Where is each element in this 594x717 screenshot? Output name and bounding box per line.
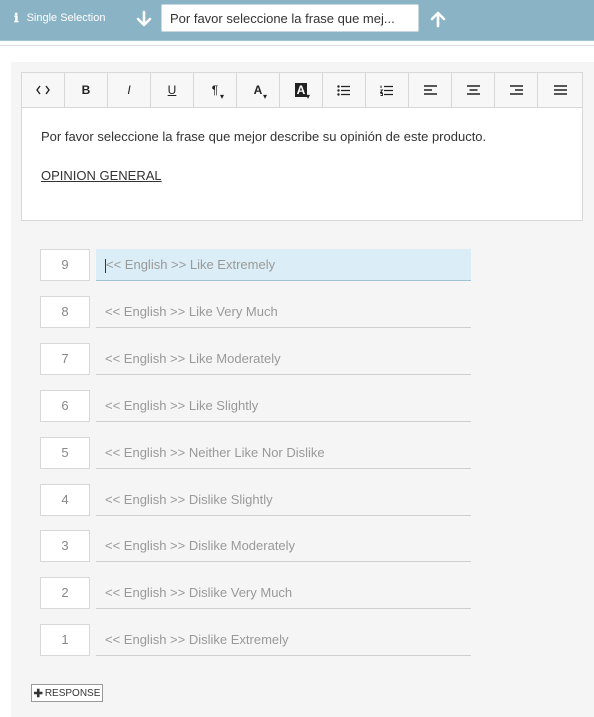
question-title-input[interactable]: Por favor seleccione la frase que mej... (161, 4, 419, 32)
underline-button[interactable]: U (151, 73, 194, 107)
italic-icon: I (127, 83, 131, 97)
response-value-input[interactable]: 5 (40, 437, 90, 469)
question-type[interactable]: ℹ Single Selection (14, 11, 105, 25)
response-label-input[interactable]: << English >> Dislike Extremely (96, 624, 471, 656)
response-value-input[interactable]: 8 (40, 296, 90, 328)
justify-button[interactable] (538, 73, 582, 107)
response-label-input[interactable]: << English >> Like Very Much (96, 296, 471, 328)
underline-icon: U (167, 83, 177, 97)
response-label-input[interactable]: << English >> Like Extremely (96, 249, 471, 281)
response-label-input[interactable]: << English >> Like Slightly (96, 390, 471, 422)
dropdown-caret-icon: ▾ (219, 92, 224, 101)
question-subheading: OPINION GENERAL (41, 168, 162, 183)
bold-button[interactable]: B (65, 73, 108, 107)
divider (0, 45, 594, 46)
arrow-down-icon[interactable] (134, 9, 154, 29)
plus-icon: ✚ (33, 687, 43, 700)
response-label-input[interactable]: << English >> Dislike Very Much (96, 577, 471, 609)
question-type-label: Single Selection (26, 12, 106, 24)
align-left-icon (423, 85, 437, 95)
font-color-icon: A (253, 83, 263, 97)
bullet-list-icon (337, 84, 350, 96)
code-view-button[interactable] (22, 73, 65, 107)
paragraph-button[interactable]: ¶ ▾ (194, 73, 237, 107)
response-label-input[interactable]: << English >> Neither Like Nor Dislike (96, 437, 471, 469)
align-center-button[interactable] (452, 73, 495, 107)
response-value-input[interactable]: 7 (40, 343, 90, 375)
rich-text-editor: B I U ¶ ▾ A ▾ A ▾ Por favor seleccione la f… (21, 72, 583, 221)
add-response-label: RESPONSE (44, 687, 101, 699)
response-value-input[interactable]: 1 (40, 624, 90, 656)
response-value-input[interactable]: 6 (40, 390, 90, 422)
font-color-button[interactable]: A ▾ (237, 73, 280, 107)
justify-icon (553, 85, 567, 95)
response-value-input[interactable]: 4 (40, 484, 90, 516)
info-icon: ℹ (14, 11, 19, 25)
numbered-list-icon (380, 85, 393, 96)
numbered-list-button[interactable] (366, 73, 409, 107)
response-label-input[interactable]: << English >> Dislike Moderately (96, 530, 471, 562)
paragraph-icon: ¶ (211, 83, 219, 97)
add-response-button[interactable]: ✚ RESPONSE (31, 684, 103, 702)
bold-icon: B (81, 83, 91, 97)
response-value-input[interactable]: 3 (40, 530, 90, 562)
align-right-button[interactable] (495, 73, 538, 107)
dropdown-caret-icon: ▾ (262, 92, 267, 101)
response-value-input[interactable]: 2 (40, 577, 90, 609)
align-right-icon (509, 85, 523, 95)
editor-toolbar: B I U ¶ ▾ A ▾ A ▾ (22, 73, 582, 108)
italic-button[interactable]: I (108, 73, 151, 107)
highlight-button[interactable]: A ▾ (280, 73, 323, 107)
align-center-icon (466, 85, 480, 95)
response-value-input[interactable]: 9 (40, 249, 90, 281)
code-icon (36, 85, 50, 95)
question-paragraph: Por favor seleccione la frase que mejor … (41, 129, 487, 144)
question-header-bar: ℹ Single Selection Por favor seleccione … (0, 0, 594, 41)
bullet-list-button[interactable] (323, 73, 366, 107)
response-label-text: << English >> Like Extremely (106, 257, 276, 272)
response-label-input[interactable]: << English >> Like Moderately (96, 343, 471, 375)
editor-content[interactable]: Por favor seleccione la frase que mejor … (22, 108, 582, 228)
arrow-up-icon[interactable] (428, 9, 448, 29)
align-left-button[interactable] (409, 73, 452, 107)
dropdown-caret-icon: ▾ (305, 92, 310, 101)
response-label-input[interactable]: << English >> Dislike Slightly (96, 484, 471, 516)
